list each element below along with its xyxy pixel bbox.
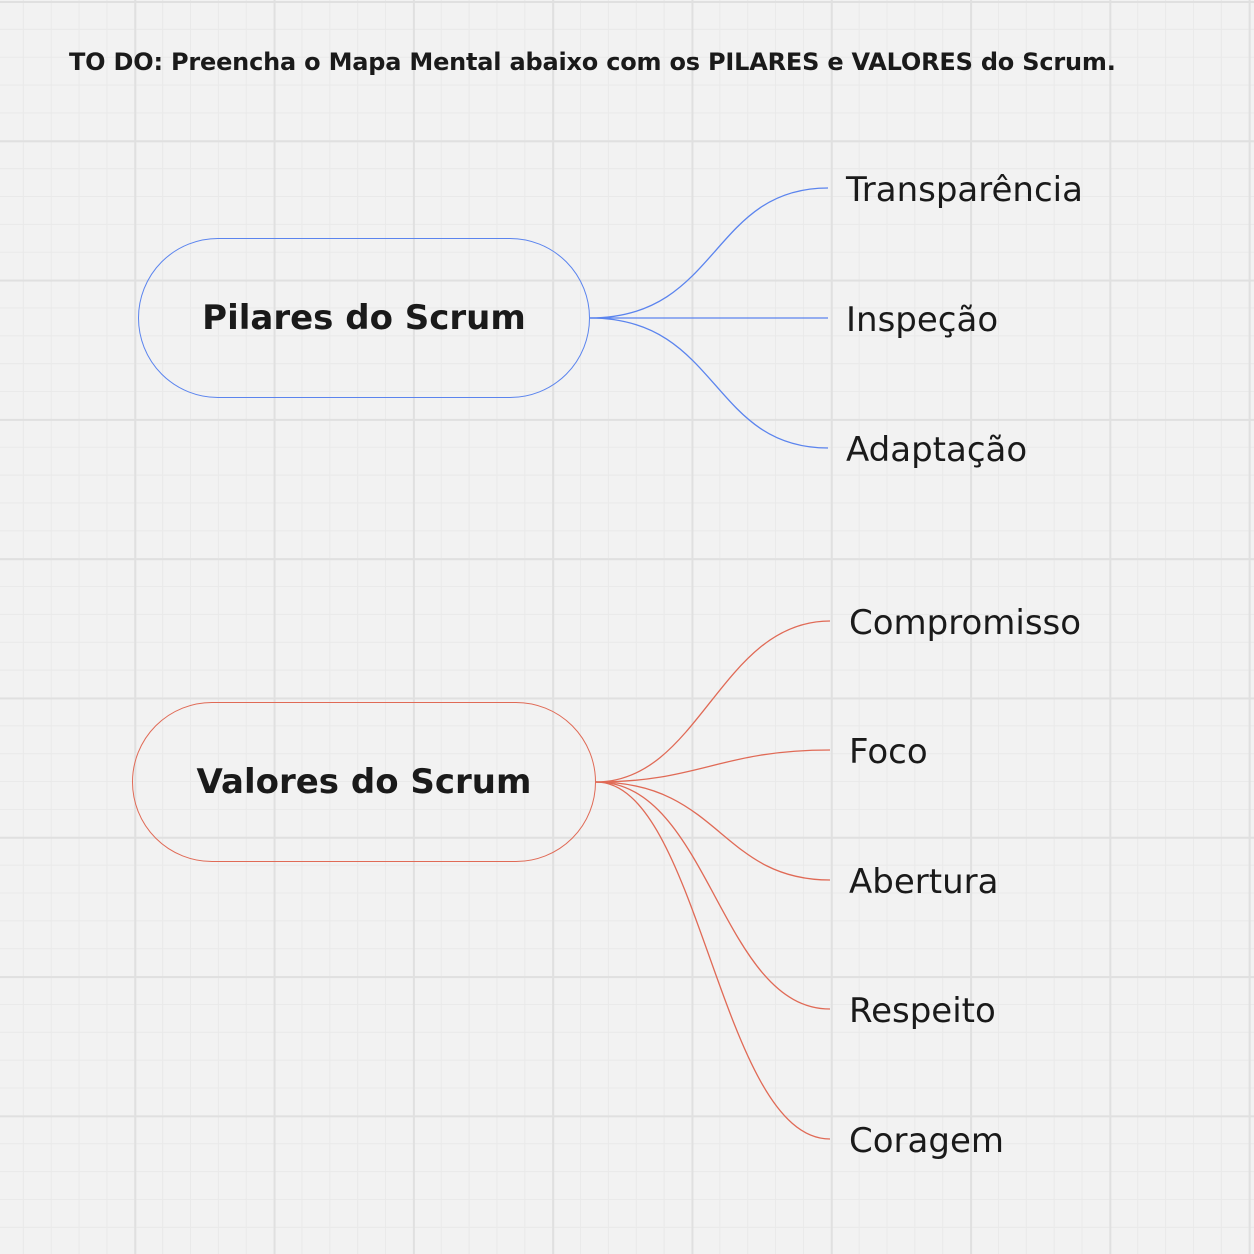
valores-root-label: Valores do Scrum — [196, 762, 532, 802]
valor-node-compromisso[interactable]: Compromisso — [849, 606, 1081, 640]
connector-compromisso — [595, 620, 831, 783]
pilares-root-node[interactable]: Pilares do Scrum — [138, 238, 590, 398]
valor-node-coragem[interactable]: Coragem — [849, 1124, 1004, 1158]
valores-root-node[interactable]: Valores do Scrum — [132, 702, 596, 862]
valor-node-respeito[interactable]: Respeito — [849, 994, 996, 1028]
pilar-node-transparencia[interactable]: Transparência — [846, 173, 1083, 207]
valor-node-foco[interactable]: Foco — [849, 735, 928, 769]
pilar-node-inspecao[interactable]: Inspeção — [846, 303, 998, 337]
pilares-connectors — [589, 187, 829, 449]
valor-node-abertura[interactable]: Abertura — [849, 865, 998, 899]
pilar-node-adaptacao[interactable]: Adaptação — [846, 433, 1027, 467]
pilares-root-label: Pilares do Scrum — [202, 298, 526, 338]
connector-adaptacao — [589, 317, 829, 449]
connector-transparencia — [589, 187, 829, 319]
connector-coragem — [595, 781, 831, 1140]
connector-foco — [595, 749, 831, 783]
valores-connectors — [595, 620, 831, 1140]
connector-respeito — [595, 781, 831, 1010]
